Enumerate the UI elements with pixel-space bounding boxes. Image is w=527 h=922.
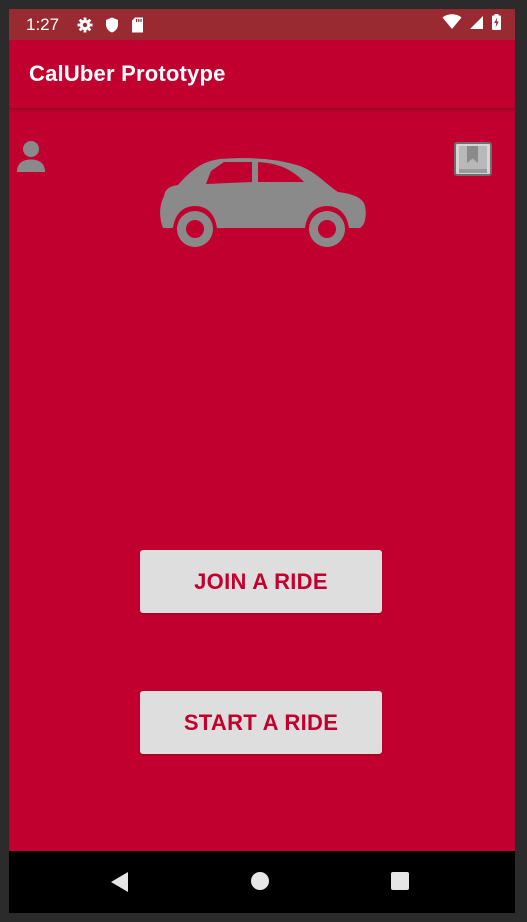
status-bar: 1:27 (9, 9, 515, 40)
app-title: CalUber Prototype (29, 61, 226, 86)
shield-icon (105, 17, 119, 33)
start-ride-button[interactable]: START A RIDE (140, 691, 382, 754)
bookmark-icon[interactable] (454, 142, 492, 176)
home-icon[interactable] (251, 872, 269, 890)
profile-icon[interactable] (16, 139, 46, 173)
battery-icon (492, 14, 501, 35)
gear-icon (77, 17, 93, 33)
signal-icon (470, 15, 484, 35)
sd-card-icon (131, 17, 144, 33)
phone-screen: 1:27 CalUber Prototype JOIN A RIDE START… (9, 9, 515, 913)
car-icon (158, 148, 368, 248)
recents-icon[interactable] (391, 872, 409, 890)
status-time: 1:27 (26, 14, 60, 34)
navigation-bar (9, 851, 515, 913)
main-content: JOIN A RIDE START A RIDE (9, 108, 515, 850)
back-icon[interactable] (110, 871, 130, 898)
app-bar: CalUber Prototype (9, 40, 515, 108)
join-ride-button[interactable]: JOIN A RIDE (140, 550, 382, 613)
wifi-icon (442, 14, 462, 35)
